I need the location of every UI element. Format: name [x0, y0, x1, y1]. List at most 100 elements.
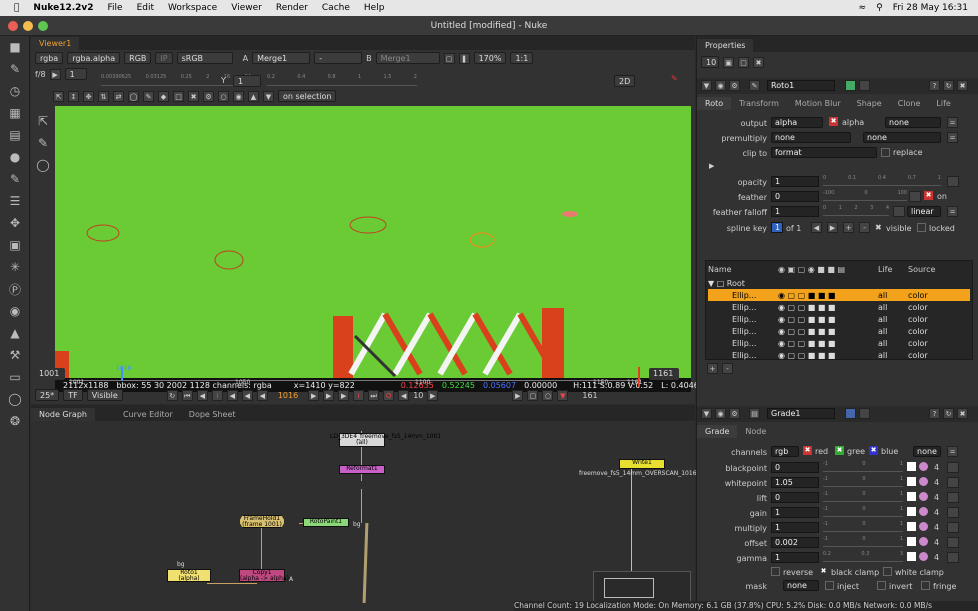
grade-param-field[interactable]: 0: [771, 492, 819, 503]
color-swatch-icon[interactable]: [907, 507, 916, 516]
collapse-icon[interactable]: ▼: [701, 80, 712, 91]
layer-row[interactable]: Ellip... ◉ ▢ ▢ ■ ■ ■ all color: [708, 349, 953, 361]
render-icon[interactable]: ▼: [557, 389, 569, 401]
brush-icon[interactable]: ✎: [0, 58, 30, 80]
pause-icon[interactable]: ❚: [458, 52, 470, 64]
opacity-field[interactable]: 1: [771, 176, 819, 187]
deep-icon[interactable]: Ⓟ: [0, 278, 30, 300]
fstop-label[interactable]: f/8: [35, 70, 46, 79]
lut-dropdown[interactable]: sRGB: [176, 52, 233, 64]
gain-slider[interactable]: 0.003906250.031250.2521664: [101, 74, 251, 86]
gamma-field[interactable]: 1: [233, 75, 261, 87]
tab-shape[interactable]: Shape: [849, 97, 890, 110]
minimize-window-button[interactable]: [23, 21, 33, 31]
color-swatch-icon[interactable]: [907, 492, 916, 501]
end-frame-field[interactable]: 161: [582, 391, 597, 400]
next-frame-icon[interactable]: ▶: [323, 389, 335, 401]
color-icon[interactable]: ▦: [0, 102, 30, 124]
replace-checkbox[interactable]: [881, 148, 890, 157]
color-chip-icon[interactable]: [845, 80, 856, 91]
roto-tool-icon[interactable]: ◆: [158, 90, 169, 102]
in-point-icon[interactable]: I: [211, 389, 223, 401]
revert-icon[interactable]: ↻: [943, 80, 954, 91]
falloff-type-dropdown[interactable]: linear: [907, 206, 941, 217]
lock-icon[interactable]: ▣: [723, 56, 734, 68]
grade-param-field[interactable]: 1.05: [771, 477, 819, 488]
alpha-channel-dropdown[interactable]: none: [913, 446, 941, 457]
grade-param-field[interactable]: 1: [771, 522, 819, 533]
collapse-icon[interactable]: ▼: [701, 408, 712, 419]
color-wheel-icon[interactable]: [919, 552, 928, 561]
menu-help[interactable]: Help: [364, 3, 385, 13]
roto-tool-icon[interactable]: ✖: [188, 90, 199, 102]
tab-life[interactable]: Life: [928, 97, 958, 110]
menu-cache[interactable]: Cache: [322, 3, 350, 13]
channels-menu-icon[interactable]: =: [947, 446, 958, 457]
channel-count[interactable]: 4: [934, 553, 939, 562]
close-panel-icon[interactable]: ✖: [957, 408, 968, 419]
reverse-checkbox[interactable]: [771, 567, 780, 576]
menu-file[interactable]: File: [108, 3, 123, 13]
timeline-ruler[interactable]: [69, 373, 641, 381]
color-wheel-icon[interactable]: [919, 537, 928, 546]
tab-motion-blur[interactable]: Motion Blur: [787, 97, 849, 110]
grade-curve-button[interactable]: [947, 462, 959, 473]
roto-tool-icon[interactable]: ✥: [83, 90, 94, 102]
col-name[interactable]: Name: [708, 265, 778, 274]
grade-curve-button[interactable]: [947, 537, 959, 548]
clock[interactable]: Fri 28 May 16:31: [893, 3, 968, 13]
gain-field[interactable]: 1: [64, 68, 87, 80]
roto-tool-icon[interactable]: ▲: [248, 90, 259, 102]
nuke-icon[interactable]: ❂: [0, 410, 30, 432]
out-point-icon[interactable]: I: [353, 389, 365, 401]
tab-viewer1[interactable]: Viewer1: [31, 37, 80, 50]
node-icon[interactable]: ⚙: [729, 80, 740, 91]
channels-dropdown[interactable]: rgb: [771, 446, 799, 457]
clip-to-dropdown[interactable]: format: [771, 147, 877, 158]
tab-transform[interactable]: Transform: [731, 97, 787, 110]
output-dropdown[interactable]: alpha: [771, 117, 823, 128]
skip-back-icon[interactable]: ◀: [398, 389, 410, 401]
node-canvas[interactable]: LD_3DE4_freemove_fs5_14mm_1001 (all) Ref…: [31, 421, 697, 611]
grade-node-icon[interactable]: ▤: [749, 408, 760, 419]
roto-tool-icon[interactable]: ◉: [233, 90, 244, 102]
fps-dropdown[interactable]: 25*: [35, 389, 60, 401]
plugins-icon[interactable]: ◯: [0, 388, 30, 410]
grade-param-field[interactable]: 1: [771, 507, 819, 518]
help-icon[interactable]: ?: [929, 80, 940, 91]
feather-slider[interactable]: -100 0 100: [823, 190, 907, 201]
grade-param-field[interactable]: 1: [771, 552, 819, 563]
tf-dropdown[interactable]: TF: [63, 389, 83, 401]
particles-icon[interactable]: ✳: [0, 256, 30, 278]
channel-icon[interactable]: ▤: [0, 124, 30, 146]
colorspace-dropdown[interactable]: RGB: [124, 52, 152, 64]
views-icon[interactable]: ◉: [0, 300, 30, 322]
tab-curve-editor[interactable]: Curve Editor: [115, 408, 181, 421]
channel-count[interactable]: 4: [934, 538, 939, 547]
stop-icon[interactable]: O: [383, 389, 395, 401]
grade-curve-button[interactable]: [947, 552, 959, 563]
roto-tool-icon[interactable]: ⇄: [113, 90, 124, 102]
gamma-slider[interactable]: 0.2 0.4 0.8 1 1.5 2: [267, 74, 417, 86]
premultiply-dropdown[interactable]: none: [771, 132, 851, 143]
tab-clone[interactable]: Clone: [890, 97, 929, 110]
feather-field[interactable]: 0: [771, 191, 819, 202]
color-wheel-icon[interactable]: [919, 462, 928, 471]
white-clamp-checkbox[interactable]: [883, 567, 892, 576]
node-icon[interactable]: ⚙: [729, 408, 740, 419]
search-icon[interactable]: ⚲: [876, 3, 883, 13]
gain-step-icon[interactable]: ▶: [49, 68, 61, 80]
flipbook-icon[interactable]: ▶: [512, 389, 524, 401]
channel-count[interactable]: 4: [934, 493, 939, 502]
timeline-out-field[interactable]: 1161: [649, 368, 679, 380]
menu-workspace[interactable]: Workspace: [168, 3, 217, 13]
fringe-checkbox[interactable]: [921, 581, 930, 590]
grade-param-slider[interactable]: -1 0 1: [823, 521, 903, 532]
menu-edit[interactable]: Edit: [137, 3, 154, 13]
layer-row[interactable]: Ellip... ◉ ▢ ▢ ■ ■ ■ all color: [708, 325, 953, 337]
col-life[interactable]: Life: [878, 265, 908, 274]
keyer-icon[interactable]: ✎: [0, 168, 30, 190]
black-clamp-checkbox[interactable]: ✖: [819, 567, 828, 576]
copy-node[interactable]: Copy1 (alpha -> alpha): [239, 569, 289, 582]
menu-app[interactable]: Nuke12.2v2: [33, 3, 93, 13]
